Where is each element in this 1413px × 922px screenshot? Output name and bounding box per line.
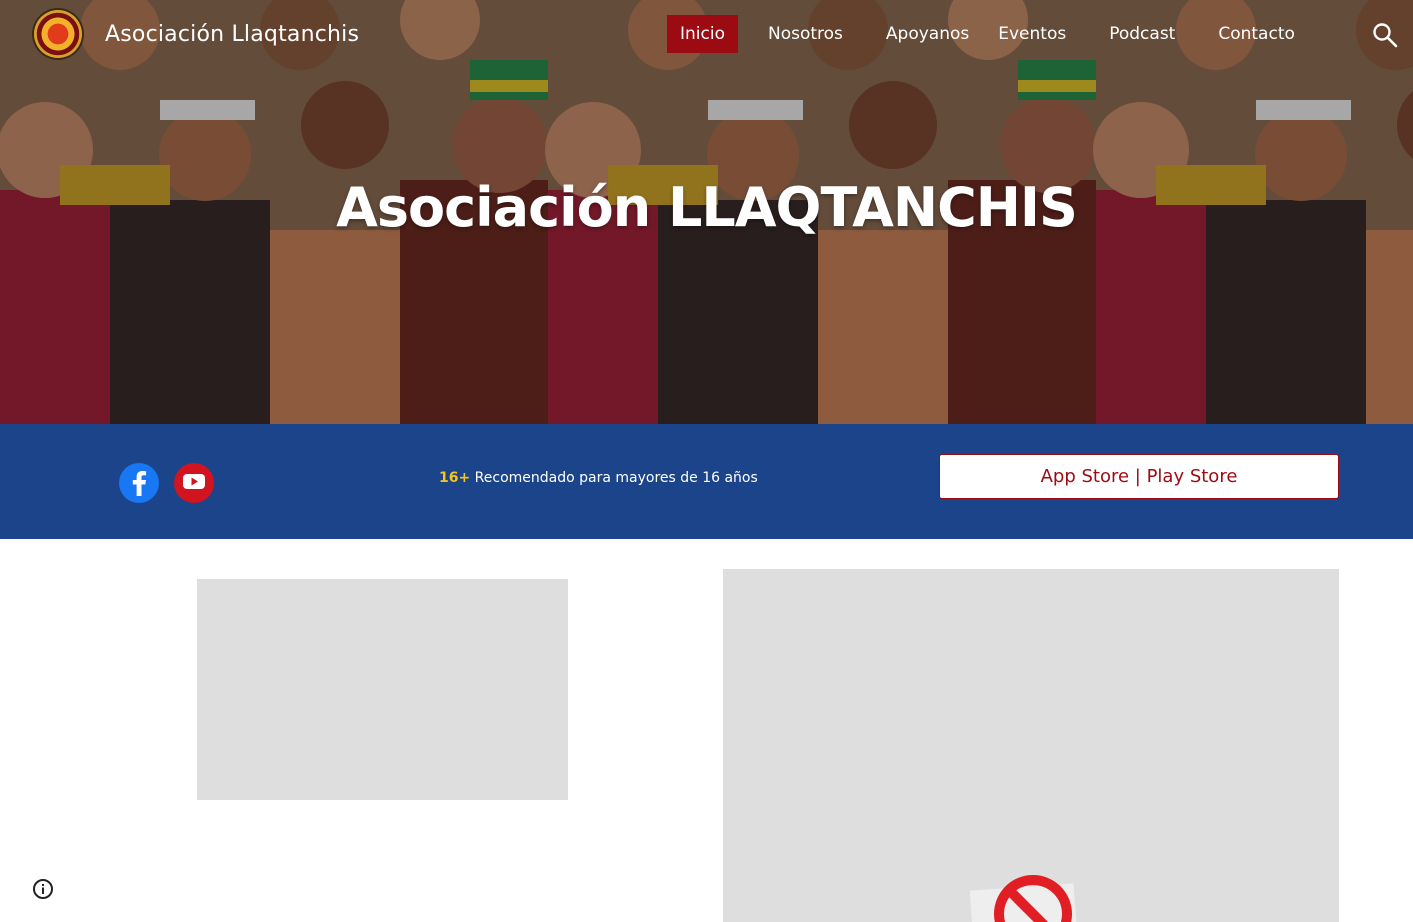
search-icon[interactable] xyxy=(1372,22,1398,48)
age-recommendation: 16+ Recomendado para mayores de 16 años xyxy=(439,470,758,486)
youtube-glyph xyxy=(183,474,205,489)
facebook-icon[interactable] xyxy=(119,463,159,503)
site-title: Asociación Llaqtanchis xyxy=(105,21,360,47)
nav-item-inicio[interactable]: Inicio xyxy=(667,15,738,53)
hero-banner: Asociación Llaqtanchis Inicio Nosotros A… xyxy=(0,0,1413,424)
image-placeholder-left xyxy=(197,579,568,800)
age-text: Recomendado para mayores de 16 años xyxy=(474,470,758,486)
age-badge: 16+ xyxy=(439,470,471,486)
app-store-play-store-button[interactable]: App Store | Play Store xyxy=(939,454,1339,499)
nav-item-podcast[interactable]: Podcast xyxy=(1096,15,1188,53)
youtube-icon[interactable] xyxy=(174,463,214,503)
facebook-glyph xyxy=(132,471,147,496)
hero-title: Asociación LLAQTANCHIS xyxy=(336,176,1078,239)
nav-item-contacto[interactable]: Contacto xyxy=(1205,15,1308,53)
main-navigation: Inicio Nosotros Apoyanos Eventos Podcast… xyxy=(667,15,1308,53)
logo-icon xyxy=(34,10,82,58)
nav-item-eventos[interactable]: Eventos xyxy=(985,15,1079,53)
info-icon[interactable] xyxy=(32,878,54,900)
nav-item-apoyanos[interactable]: Apoyanos xyxy=(873,15,982,53)
blocked-content-icon xyxy=(969,875,1077,922)
image-placeholder-right xyxy=(723,569,1339,922)
site-brand[interactable]: Asociación Llaqtanchis xyxy=(34,10,359,58)
nav-item-nosotros[interactable]: Nosotros xyxy=(755,15,856,53)
